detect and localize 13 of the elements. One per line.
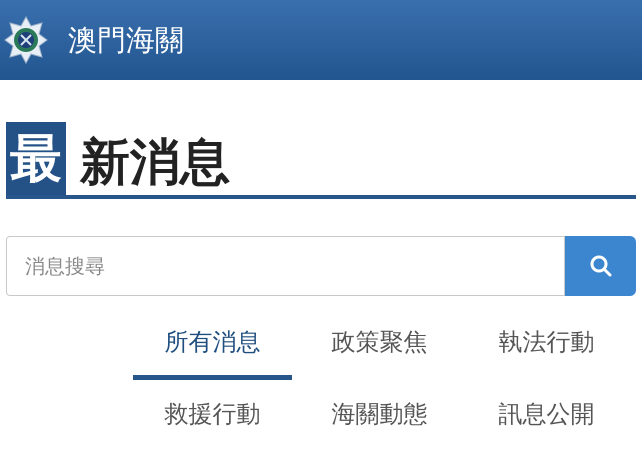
search-button[interactable] <box>565 236 636 296</box>
site-title: 澳門海關 <box>68 26 184 54</box>
category-tab[interactable]: 海關動態 <box>300 380 459 452</box>
category-tab[interactable]: 救援行動 <box>133 380 292 452</box>
emblem-icon[interactable] <box>4 16 48 64</box>
search-icon <box>588 254 612 278</box>
category-tab[interactable]: 訊息公開 <box>467 380 626 452</box>
category-tab[interactable]: 執法行動 <box>467 308 626 380</box>
page-heading: 新消息 <box>80 137 230 193</box>
search-field[interactable]: 消息搜尋 <box>6 236 565 296</box>
category-tab[interactable]: 政策聚焦 <box>300 308 459 380</box>
heading-initial: 最 <box>6 122 66 195</box>
category-tab[interactable]: 所有消息 <box>133 308 292 380</box>
